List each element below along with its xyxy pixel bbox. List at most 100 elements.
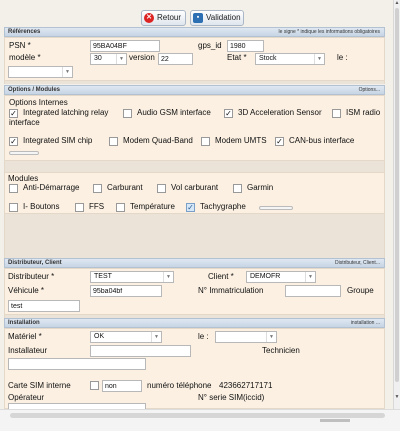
modules-resize-handle[interactable] (259, 206, 293, 210)
client-label: Client * (208, 272, 234, 281)
references-panel: PSN * gps_id modèle * 30 ▼ version Etat *… (4, 37, 385, 81)
ism-radio-label: ISM radio (346, 108, 381, 117)
spacer (4, 214, 385, 258)
client-value: DEMOFR (250, 273, 281, 280)
umts-checkbox[interactable] (201, 137, 210, 146)
chevron-down-icon: ▼ (62, 67, 72, 77)
save-icon: ▪ (193, 12, 203, 23)
sim-chip-checkbox[interactable]: ✓ (9, 137, 18, 146)
section-note: Options... (358, 87, 380, 93)
section-note: Distributeur, Client... (334, 260, 380, 266)
retour-button[interactable]: ✕ Retour (141, 10, 186, 26)
distributeur-label: Distributeur * (8, 272, 55, 281)
extra-select[interactable]: ▼ (8, 66, 73, 78)
i-boutons-label: I- Boutons (23, 202, 60, 211)
chevron-down-icon: ▼ (151, 332, 161, 342)
garmin-label: Garmin (247, 183, 274, 192)
chevron-down-icon: ▼ (116, 54, 126, 64)
temperature-label: Température (130, 202, 175, 211)
tachygraphe-checkbox[interactable]: ✓ (186, 203, 195, 212)
section-references-header: Références le signe * indique les inform… (4, 27, 385, 37)
form-viewport: ✕ Retour ▪ Validation Références le signe … (0, 0, 393, 409)
vehicule-input[interactable] (90, 285, 162, 297)
ism-radio-label-wrap: interface (9, 118, 40, 127)
installateur-input[interactable] (90, 345, 191, 357)
groupe-input[interactable] (8, 300, 80, 312)
immatriculation-label: N° Immatriculation (198, 286, 264, 295)
scroll-thumb[interactable] (395, 8, 399, 382)
modele-select[interactable]: 30 ▼ (90, 53, 127, 65)
distributeur-panel-row1: Distributeur * TEST ▼ Client * DEMOFR ▼ (4, 268, 385, 284)
vol-carburant-label: Vol carburant (171, 183, 219, 192)
distributeur-select[interactable]: TEST ▼ (90, 271, 174, 283)
sim-chip-label: Integrated SIM chip (23, 136, 93, 145)
latching-relay-label: Integrated latching relay (23, 108, 109, 117)
section-options-header: Options / Modules Options... (4, 85, 385, 95)
operateur-label: Opérateur (8, 393, 45, 402)
toolbar: ✕ Retour ▪ Validation (0, 10, 393, 26)
gpsid-input[interactable] (227, 40, 264, 52)
technicien-input[interactable] (8, 358, 146, 370)
options-internes-label: Options Internes (9, 98, 68, 107)
serie-sim-label: N° serie SIM(iccid) (198, 393, 265, 402)
carburant-checkbox[interactable] (93, 184, 102, 193)
vertical-scrollbar[interactable]: ▲ ▼ (393, 0, 400, 409)
version-input[interactable] (158, 53, 193, 65)
accel-sensor-checkbox[interactable]: ✓ (224, 109, 233, 118)
modele-value: 30 (94, 55, 102, 62)
client-select[interactable]: DEMOFR ▼ (246, 271, 316, 283)
modules-panel: Modules Anti-Démarrage Carburant Vol car… (4, 172, 385, 214)
carte-sim-input[interactable] (102, 380, 142, 392)
installation-date-select[interactable]: ▼ (215, 331, 277, 343)
section-installation-header: Installation installation ... (4, 318, 385, 328)
retour-label: Retour (157, 13, 182, 22)
chevron-down-icon: ▼ (305, 272, 315, 282)
umts-label: Modem UMTS (215, 136, 267, 145)
modele-label: modèle * (9, 53, 41, 62)
etat-label: Etat * (227, 53, 247, 62)
anti-demarrage-checkbox[interactable] (9, 184, 18, 193)
materiel-select[interactable]: OK ▼ (90, 331, 162, 343)
vehicule-label: Véhicule * (8, 286, 45, 295)
latching-relay-checkbox[interactable]: ✓ (9, 109, 18, 118)
ffs-label: FFS (89, 202, 105, 211)
materiel-value: OK (94, 333, 105, 340)
telephone-value: 423662717171 (219, 381, 273, 390)
audio-gsm-label: Audio GSM interface (137, 108, 211, 117)
validation-button[interactable]: ▪ Validation (190, 10, 244, 26)
spacer (4, 81, 385, 84)
section-note: installation ... (350, 320, 380, 326)
scroll-up-icon[interactable]: ▲ (394, 0, 400, 7)
options-resize-handle[interactable] (9, 151, 39, 155)
vol-carburant-checkbox[interactable] (157, 184, 166, 193)
audio-gsm-checkbox[interactable] (123, 109, 132, 118)
installation-panel: Matériel * OK ▼ le : ▼ Installateur Techn… (4, 328, 385, 381)
technicien-label: Technicien (262, 346, 300, 355)
immatriculation-input[interactable] (285, 285, 341, 297)
psn-input[interactable] (90, 40, 160, 52)
ffs-checkbox[interactable] (75, 203, 84, 212)
horizontal-scrollbar[interactable] (0, 409, 400, 431)
quad-band-checkbox[interactable] (109, 137, 118, 146)
distributeur-panel-row2: Véhicule * N° Immatriculation Groupe (4, 283, 385, 299)
ism-radio-checkbox[interactable] (332, 109, 341, 118)
quad-band-label: Modem Quad-Band (123, 136, 193, 145)
le-label: le : (198, 332, 209, 341)
carte-sim-label: Carte SIM interne (8, 381, 71, 390)
validation-label: Validation (206, 13, 241, 22)
section-note: le signe * indique les informations obli… (278, 29, 380, 35)
temperature-checkbox[interactable] (116, 203, 125, 212)
hscroll-marker (320, 419, 350, 422)
etat-value: Stock (259, 55, 277, 62)
back-icon: ✕ (144, 12, 154, 23)
etat-select[interactable]: Stock ▼ (255, 53, 325, 65)
hscroll-thumb[interactable] (10, 413, 385, 418)
carte-sim-checkbox[interactable] (90, 381, 99, 390)
chevron-down-icon: ▼ (266, 332, 276, 342)
scroll-down-icon[interactable]: ▼ (394, 394, 400, 401)
i-boutons-checkbox[interactable] (9, 203, 18, 212)
tachygraphe-label: Tachygraphe (200, 202, 246, 211)
canbus-checkbox[interactable]: ✓ (275, 137, 284, 146)
garmin-checkbox[interactable] (233, 184, 242, 193)
chevron-down-icon: ▼ (314, 54, 324, 64)
